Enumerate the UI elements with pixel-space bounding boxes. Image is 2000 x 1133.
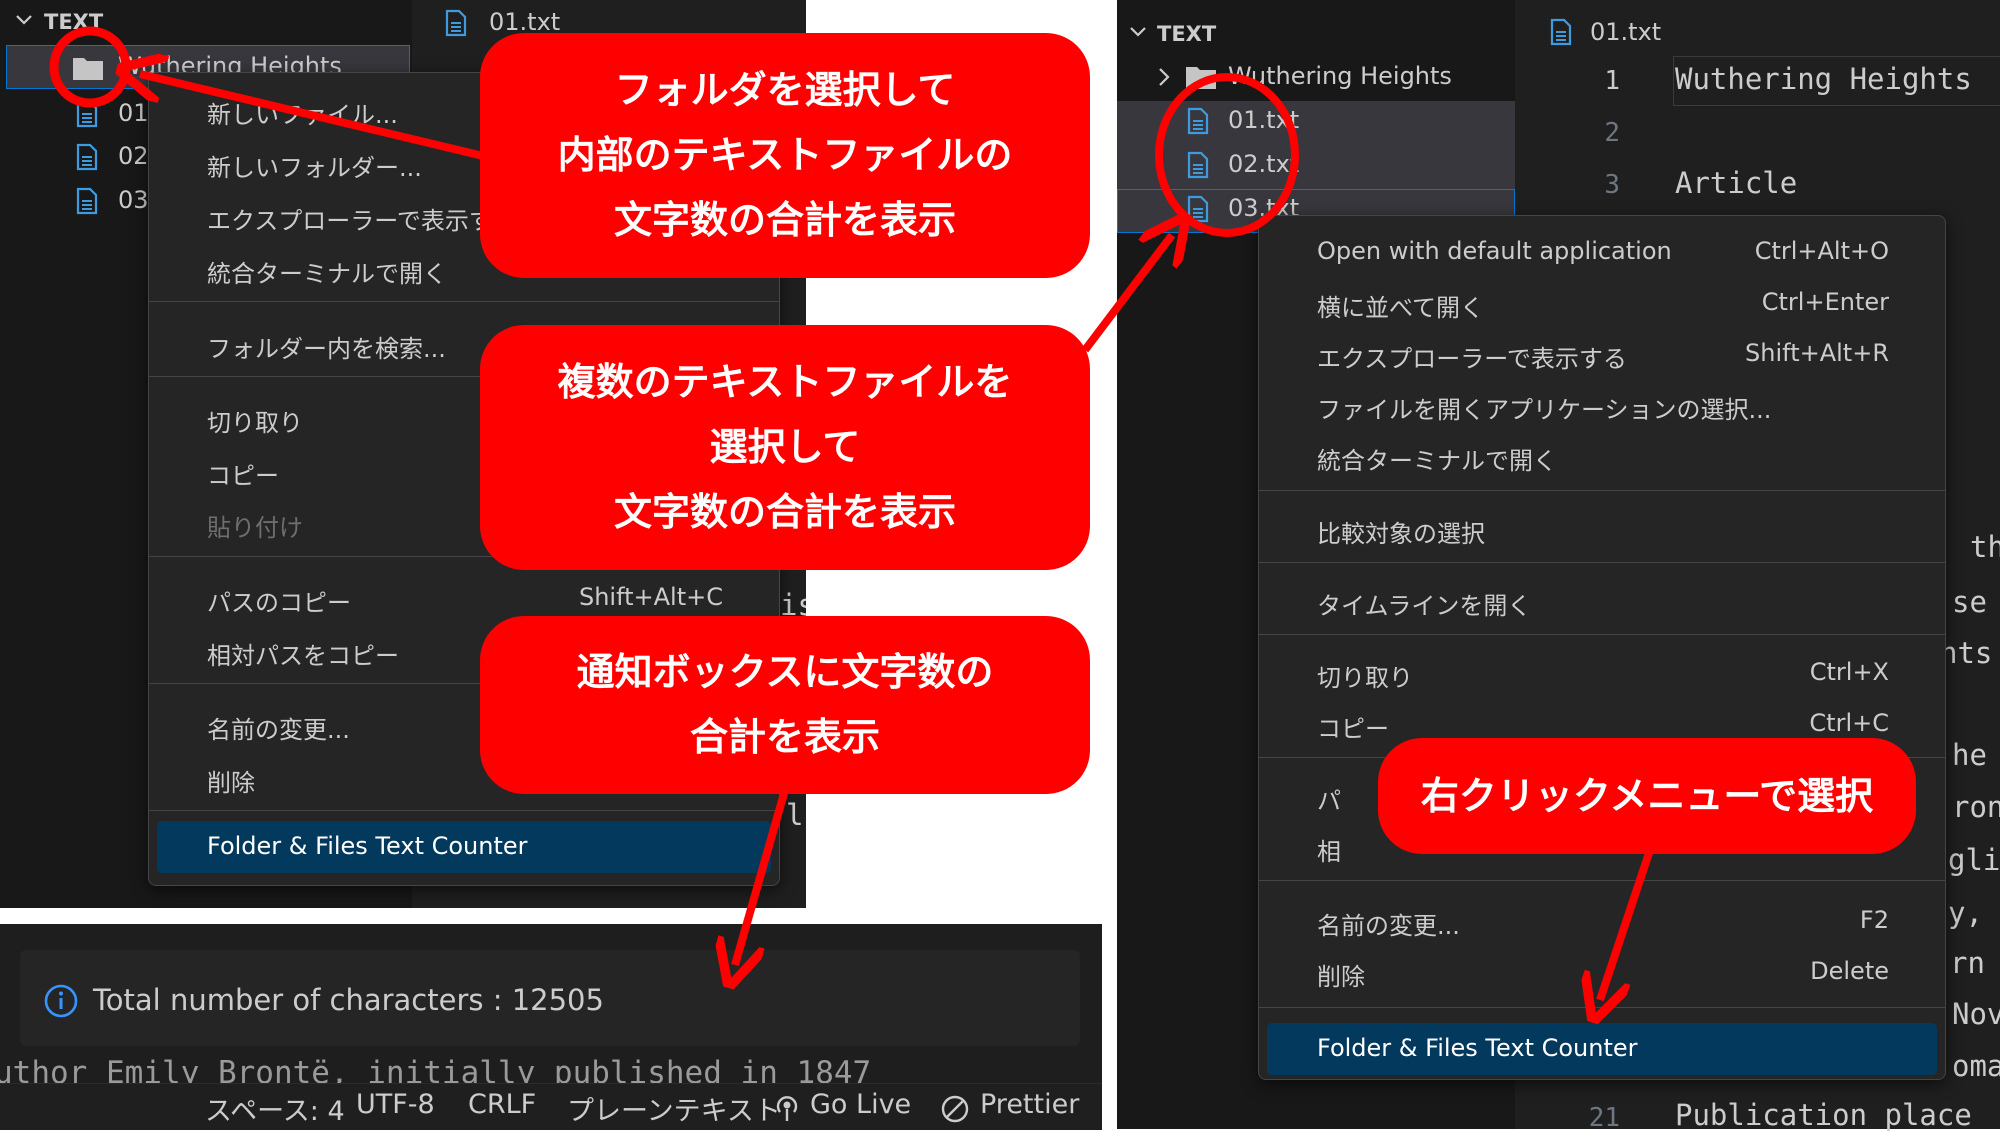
callout-line: 通知ボックスに文字数の <box>576 650 994 694</box>
callout-line: 文字数の合計を表示 <box>613 490 956 534</box>
callout-line: 合計を表示 <box>689 715 880 759</box>
callout-line: 文字数の合計を表示 <box>613 198 956 242</box>
callout-line: 右クリックメニューで選択 <box>1420 773 1874 818</box>
callout-line: 選択して <box>709 425 861 469</box>
arrow <box>1081 235 1172 353</box>
highlight-circle <box>49 26 131 108</box>
arrow <box>1600 848 1654 1000</box>
highlight-circle <box>1155 73 1299 237</box>
callout-notification: 通知ボックスに文字数の 合計を表示 <box>480 616 1090 794</box>
callout-line: 複数のテキストファイルを <box>557 360 1013 404</box>
callout-line: フォルダを選択して <box>614 68 956 112</box>
arrow <box>140 74 501 164</box>
callout-context-menu: 右クリックメニューで選択 <box>1378 738 1916 854</box>
callout-multiple-files: 複数のテキストファイルを 選択して 文字数の合計を表示 <box>480 325 1090 570</box>
arrow <box>735 788 789 965</box>
callout-folder-total: フォルダを選択して 内部のテキストファイルの 文字数の合計を表示 <box>480 33 1090 278</box>
callout-line: 内部のテキストファイルの <box>557 133 1013 177</box>
